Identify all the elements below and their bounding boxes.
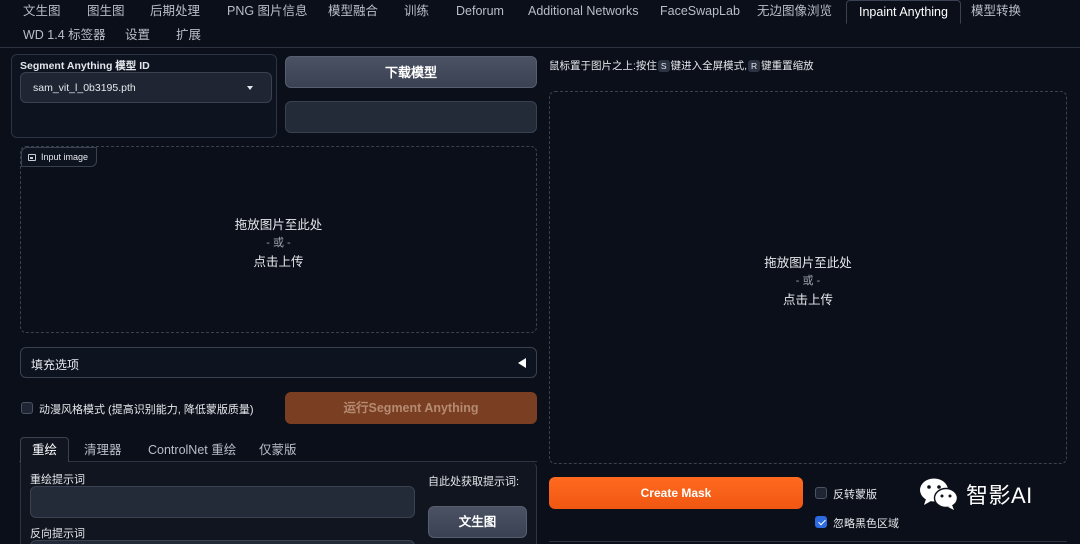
negative-prompt-label: 反向提示词 bbox=[30, 528, 85, 540]
inpaint-prompt-input[interactable] bbox=[30, 486, 415, 518]
input-image-badge: Input image bbox=[21, 147, 98, 167]
dropzone-text-or: - 或 - bbox=[266, 237, 291, 249]
tab-settings[interactable]: 设置 bbox=[125, 24, 150, 46]
download-status-box bbox=[285, 101, 537, 133]
ignore-black-checkbox[interactable] bbox=[815, 516, 827, 528]
tab-train[interactable]: 训练 bbox=[404, 0, 429, 22]
subtab-controlnet-inpaint[interactable]: ControlNet 重绘 bbox=[148, 439, 236, 461]
tab-img2img[interactable]: 图生图 bbox=[87, 0, 125, 22]
model-id-value: sam_vit_l_0b3195.pth bbox=[33, 82, 136, 94]
ignore-black-label: 忽略黑色区域 bbox=[833, 518, 899, 530]
get-prompt-from-label: 自此处获取提示词: bbox=[428, 476, 520, 488]
model-id-dropdown[interactable]: sam_vit_l_0b3195.pth bbox=[20, 72, 272, 103]
image-icon bbox=[28, 153, 36, 161]
tab-txt2img[interactable]: 文生图 bbox=[23, 0, 61, 22]
model-id-label: Segment Anything 模型 ID bbox=[20, 60, 150, 72]
key-r: R bbox=[748, 59, 761, 72]
tab-png-info[interactable]: PNG 图片信息 bbox=[227, 0, 308, 22]
tab-additional-networks[interactable]: Additional Networks bbox=[528, 0, 638, 22]
dropzone-text-drag: 拖放图片至此处 bbox=[764, 256, 852, 270]
main-tab-bar: 文生图 图生图 后期处理 PNG 图片信息 模型融合 训练 Deforum Ad… bbox=[0, 0, 1080, 48]
tab-extras[interactable]: 后期处理 bbox=[150, 0, 200, 22]
anime-style-label: 动漫风格模式 (提高识别能力, 降低蒙版质量) bbox=[39, 404, 254, 416]
subtab-mask-only[interactable]: 仅蒙版 bbox=[259, 439, 297, 461]
inpaint-prompt-label: 重绘提示词 bbox=[30, 474, 85, 486]
run-segment-anything-button[interactable]: 运行Segment Anything bbox=[285, 392, 537, 424]
download-model-button[interactable]: 下载模型 bbox=[285, 56, 537, 88]
dropzone-text-drag: 拖放图片至此处 bbox=[234, 218, 323, 232]
watermark-text: 智影AI bbox=[966, 483, 1033, 508]
input-image-dropzone[interactable]: Input image 拖放图片至此处 - 或 - 点击上传 bbox=[20, 146, 537, 333]
fill-options-label: 填充选项 bbox=[31, 358, 80, 372]
tab-image-browser[interactable]: 无边图像浏览 bbox=[757, 0, 832, 22]
output-image-dropzone[interactable]: 拖放图片至此处 - 或 - 点击上传 bbox=[549, 91, 1067, 464]
tab-inpaint-anything[interactable]: Inpaint Anything bbox=[846, 0, 961, 24]
fill-options-accordion[interactable]: 填充选项 bbox=[20, 347, 537, 378]
dropzone-text-click: 点击上传 bbox=[782, 293, 833, 307]
tab-deforum[interactable]: Deforum bbox=[456, 0, 504, 22]
invert-mask-checkbox[interactable] bbox=[815, 487, 827, 499]
tab-wd14-tagger[interactable]: WD 1.4 标签器 bbox=[23, 24, 106, 46]
wechat-icon bbox=[920, 478, 959, 510]
subtab-cleaner[interactable]: 清理器 bbox=[84, 439, 122, 461]
chevron-down-icon bbox=[247, 86, 253, 90]
txt2img-prompt-button[interactable]: 文生图 bbox=[428, 506, 527, 538]
key-s: S bbox=[657, 59, 670, 72]
tab-extensions[interactable]: 扩展 bbox=[176, 24, 201, 46]
invert-mask-label: 反转蒙版 bbox=[833, 489, 877, 501]
tab-model-converter[interactable]: 模型转换 bbox=[971, 0, 1021, 22]
dropzone-text-click: 点击上传 bbox=[253, 255, 304, 269]
dropzone-text-or: - 或 - bbox=[795, 275, 821, 287]
subtab-inpaint[interactable]: 重绘 bbox=[20, 437, 70, 463]
negative-prompt-input[interactable] bbox=[30, 540, 415, 544]
create-mask-button[interactable]: Create Mask bbox=[549, 477, 803, 509]
collapse-triangle-icon bbox=[518, 358, 526, 368]
watermark: 智影AI bbox=[918, 476, 1033, 512]
tab-checkpoint-merger[interactable]: 模型融合 bbox=[328, 0, 378, 22]
anime-style-checkbox[interactable] bbox=[21, 402, 33, 414]
fullscreen-hint: 鼠标置于图片之上:按住 S 键进入全屏模式, R 键重置缩放 bbox=[549, 59, 814, 72]
tab-faceswaplab[interactable]: FaceSwapLab bbox=[660, 0, 740, 22]
